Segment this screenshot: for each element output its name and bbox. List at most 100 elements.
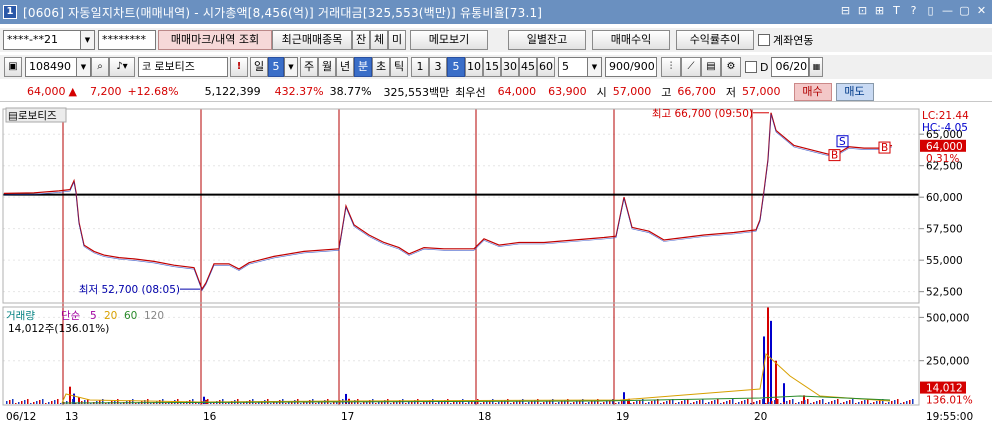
intraday-chart[interactable]: SBB 65,00062,50060,00057,50055,00052,500…: [0, 104, 992, 424]
trade-amount: 325,553백만: [383, 85, 450, 99]
volume-bar-small: [807, 399, 809, 404]
time-tick-label: 06/12: [6, 411, 36, 423]
volume-bar-small: [408, 402, 410, 404]
password-input[interactable]: ********: [98, 30, 156, 50]
period-month-button[interactable]: 월: [318, 57, 336, 77]
calendar-dropdown-icon[interactable]: ▦: [809, 57, 824, 77]
dock-window-icon[interactable]: ⊡: [856, 4, 869, 18]
account-link-label: 계좌연동: [773, 34, 814, 47]
volume-bar-small: [540, 403, 542, 404]
tile-window-icon[interactable]: ⊞: [873, 4, 886, 18]
interval-1-button[interactable]: 1: [411, 57, 429, 77]
maximize-icon[interactable]: ▢: [958, 4, 971, 18]
volume-bar-small: [621, 401, 623, 404]
candle-type-icon[interactable]: ⫶: [661, 57, 681, 77]
volume-legend-ma5: 5: [90, 310, 97, 322]
volume-bar-small: [741, 401, 743, 404]
minimize-icon[interactable]: —: [941, 4, 954, 18]
interval-30-button[interactable]: 30: [501, 57, 519, 77]
volume-bar-small: [810, 403, 812, 404]
interval-count-input[interactable]: 5: [558, 57, 588, 77]
filled-button[interactable]: 체: [370, 30, 388, 50]
data-range-input[interactable]: 900/900: [605, 57, 657, 77]
volume-bar-small: [762, 399, 764, 404]
period-day-button[interactable]: 일: [250, 57, 268, 77]
chart-toolbar: ▣ 108490 ▼ ⌕ ♪▾ 코 로보티즈 ! 일 5 ▼ 주 월 년 분 초…: [0, 55, 992, 79]
interval-5-button[interactable]: 5: [447, 57, 465, 77]
volume-bar-small: [801, 401, 803, 404]
stock-code-dropdown[interactable]: ▼: [77, 57, 91, 77]
period-day-dropdown[interactable]: ▼: [284, 57, 298, 77]
balance-button[interactable]: 잔: [352, 30, 370, 50]
link-window-icon[interactable]: ⊟: [839, 4, 852, 18]
account-dropdown[interactable]: ▼: [81, 30, 95, 50]
period-year-button[interactable]: 년: [336, 57, 354, 77]
low-price: 57,000: [742, 85, 781, 98]
period-minute-button[interactable]: 분: [354, 57, 372, 77]
layout-icon[interactable]: ▣: [4, 57, 22, 77]
high-annotation: 최고 66,700 (09:50): [652, 108, 753, 120]
time-tick-label: 19: [616, 411, 629, 423]
volume-bar-small: [30, 403, 32, 404]
volume-legend-label: 거래량: [6, 310, 35, 322]
memo-view-button[interactable]: 메모보기: [410, 30, 488, 50]
volume-legend-ma120: 120: [144, 310, 164, 322]
period-day-count[interactable]: 5: [268, 57, 284, 77]
recent-trades-button[interactable]: 최근매매종목: [272, 30, 352, 50]
account-input[interactable]: ****-**21: [3, 30, 81, 50]
stock-name-field: 코 로보티즈: [138, 57, 228, 77]
volume-bar-small: [45, 403, 47, 404]
date-checkbox[interactable]: [745, 61, 757, 73]
help-icon[interactable]: ?: [907, 4, 920, 18]
volume-bar-small: [159, 400, 161, 404]
volume-bar-small: [729, 400, 731, 404]
sell-button[interactable]: 매도: [835, 82, 874, 101]
interval-60-button[interactable]: 60: [537, 57, 555, 77]
trade-profit-button[interactable]: 매매수익: [592, 30, 670, 50]
return-trend-button[interactable]: 수익률추이: [676, 30, 754, 50]
interval-count-dropdown[interactable]: ▼: [588, 57, 602, 77]
daily-balance-button[interactable]: 일별잔고: [508, 30, 586, 50]
volume-bar-small: [450, 403, 452, 404]
search-icon[interactable]: ⌕: [91, 57, 109, 77]
trade-marker-label: B: [881, 142, 888, 154]
alert-icon[interactable]: !: [230, 57, 248, 77]
interval-15-button[interactable]: 15: [483, 57, 501, 77]
font-icon[interactable]: T: [890, 4, 903, 18]
save-icon[interactable]: ▤: [701, 57, 721, 77]
settings-icon[interactable]: ⚙: [721, 57, 741, 77]
volume-bar-small: [39, 400, 41, 404]
interval-3-button[interactable]: 3: [429, 57, 447, 77]
buy-button[interactable]: 매수: [793, 82, 832, 101]
period-week-button[interactable]: 주: [300, 57, 318, 77]
period-tick-button[interactable]: 틱: [390, 57, 408, 77]
open-label: 시: [596, 85, 607, 99]
unfilled-button[interactable]: 미: [388, 30, 406, 50]
sound-icon[interactable]: ♪▾: [109, 57, 135, 77]
volume-bar-small: [150, 403, 152, 404]
account-link-checkbox[interactable]: [758, 34, 770, 46]
volume-bar-small: [693, 402, 695, 404]
volume-bar-small: [666, 401, 668, 404]
date-input[interactable]: 06/20: [771, 57, 810, 77]
period-second-button[interactable]: 초: [372, 57, 390, 77]
interval-45-button[interactable]: 45: [519, 57, 537, 77]
volume-bar-small: [738, 402, 740, 404]
stock-name: 로보티즈: [154, 60, 195, 73]
trade-mark-query-button[interactable]: 매매마크/내역 조회: [158, 30, 272, 50]
interval-10-button[interactable]: 10: [465, 57, 483, 77]
close-icon[interactable]: ✕: [975, 4, 988, 18]
draw-tool-icon[interactable]: ⟋: [681, 57, 701, 77]
volume-bar-small: [27, 399, 29, 404]
open-price: 57,000: [612, 85, 652, 98]
volume-bar-small: [60, 403, 62, 404]
volume-bar-small: [240, 403, 242, 404]
chart-title: 로보티즈: [18, 110, 57, 122]
stock-code-input[interactable]: 108490: [25, 57, 77, 77]
volume-bar-small: [681, 401, 683, 404]
volume-bar-small: [825, 403, 827, 404]
pin-icon[interactable]: ▯: [924, 4, 937, 18]
volume-bar-small: [765, 403, 767, 404]
volume-bar-small: [195, 403, 197, 404]
volume-bar-small: [798, 402, 800, 404]
